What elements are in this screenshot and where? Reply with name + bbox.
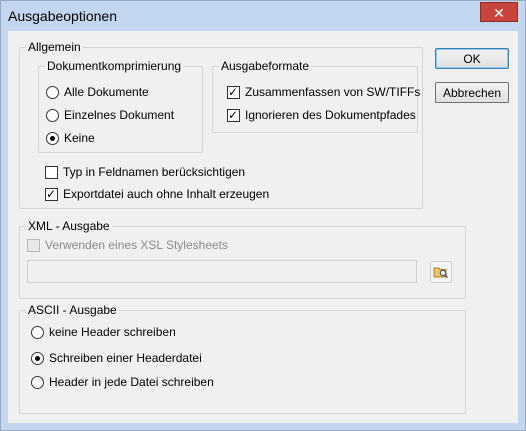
group-xml-ausgabe: XML - Ausgabe Verwenden eines XSL Styles… — [19, 219, 466, 299]
window-title: Ausgabeoptionen — [8, 8, 117, 24]
group-dokumentkomprimierung-label: Dokumentkomprimierung — [45, 59, 184, 73]
browse-xsl-button[interactable] — [430, 261, 452, 283]
radio-alle-dokumente[interactable]: Alle Dokumente — [46, 85, 149, 99]
radio-button-circle-selected[interactable] — [31, 351, 44, 365]
checkbox-exportdatei-ohne-inhalt[interactable]: Exportdatei auch ohne Inhalt erzeugen — [45, 186, 270, 202]
group-dokumentkomprimierung: Dokumentkomprimierung Alle Dokumente Ein… — [38, 59, 203, 153]
close-icon: ✕ — [493, 5, 505, 21]
radio-header-jede-datei[interactable]: Header in jede Datei schreiben — [31, 375, 214, 389]
ok-button-label: OK — [463, 51, 481, 66]
checkbox-label: Zusammenfassen von SW/TIFFs — [245, 85, 421, 99]
radio-button-circle[interactable] — [31, 325, 44, 339]
checkbox-label: Ignorieren des Dokumentpfades — [245, 108, 416, 122]
radio-button-circle[interactable] — [31, 375, 44, 389]
radio-headerdatei[interactable]: Schreiben einer Headerdatei — [31, 351, 202, 365]
cancel-button-label: Abbrechen — [442, 85, 502, 100]
title-bar[interactable]: Ausgabeoptionen ✕ — [1, 1, 525, 31]
checkbox-typ-feldnamen[interactable]: Typ in Feldnamen berücksichtigen — [45, 165, 245, 179]
group-ascii-ausgabe-label: ASCII - Ausgabe — [26, 303, 119, 317]
checkbox-box-disabled — [27, 238, 40, 252]
xsl-path-field — [27, 260, 417, 283]
group-ascii-ausgabe: ASCII - Ausgabe keine Header schreiben S… — [19, 303, 466, 414]
checkbox-label: Exportdatei auch ohne Inhalt erzeugen — [63, 187, 270, 201]
checkbox-label: Verwenden eines XSL Stylesheets — [45, 238, 229, 252]
group-ausgabeformate-label: Ausgabeformate — [219, 59, 312, 73]
checkbox-box[interactable] — [45, 165, 58, 179]
checkbox-label: Typ in Feldnamen berücksichtigen — [63, 165, 246, 179]
checkbox-box-checked[interactable] — [227, 107, 240, 123]
folder-search-icon — [433, 267, 449, 279]
radio-label: Header in jede Datei schreiben — [49, 375, 214, 389]
radio-keine[interactable]: Keine — [46, 131, 95, 145]
checkbox-ignorieren-dokumentpfad[interactable]: Ignorieren des Dokumentpfades — [227, 107, 416, 123]
close-button[interactable]: ✕ — [480, 2, 518, 22]
checkbox-box-checked[interactable] — [45, 186, 58, 202]
radio-label: Einzelnes Dokument — [64, 108, 175, 122]
group-allgemein: Allgemein Dokumentkomprimierung Alle Dok… — [19, 40, 423, 209]
radio-label: Alle Dokumente — [64, 85, 149, 99]
dialog-client-area: Allgemein Dokumentkomprimierung Alle Dok… — [8, 31, 518, 423]
group-xml-ausgabe-label: XML - Ausgabe — [26, 219, 112, 233]
checkbox-box-checked[interactable] — [227, 84, 240, 100]
ok-button[interactable]: OK — [435, 48, 509, 69]
radio-einzelnes-dokument[interactable]: Einzelnes Dokument — [46, 108, 174, 122]
checkbox-xsl-stylesheet: Verwenden eines XSL Stylesheets — [27, 238, 228, 252]
radio-label: Schreiben einer Headerdatei — [49, 351, 202, 365]
radio-button-circle-selected[interactable] — [46, 131, 59, 145]
radio-label: Keine — [64, 131, 95, 145]
radio-keine-header[interactable]: keine Header schreiben — [31, 325, 176, 339]
group-ausgabeformate: Ausgabeformate Zusammenfassen von SW/TIF… — [212, 59, 421, 133]
checkbox-zusammenfassen[interactable]: Zusammenfassen von SW/TIFFs — [227, 84, 421, 100]
group-allgemein-label: Allgemein — [26, 40, 83, 54]
radio-button-circle[interactable] — [46, 85, 59, 99]
cancel-button[interactable]: Abbrechen — [435, 82, 509, 103]
radio-label: keine Header schreiben — [49, 325, 176, 339]
dialog-window: Ausgabeoptionen ✕ Allgemein Dokumentkomp… — [0, 0, 526, 431]
radio-button-circle[interactable] — [46, 108, 59, 122]
